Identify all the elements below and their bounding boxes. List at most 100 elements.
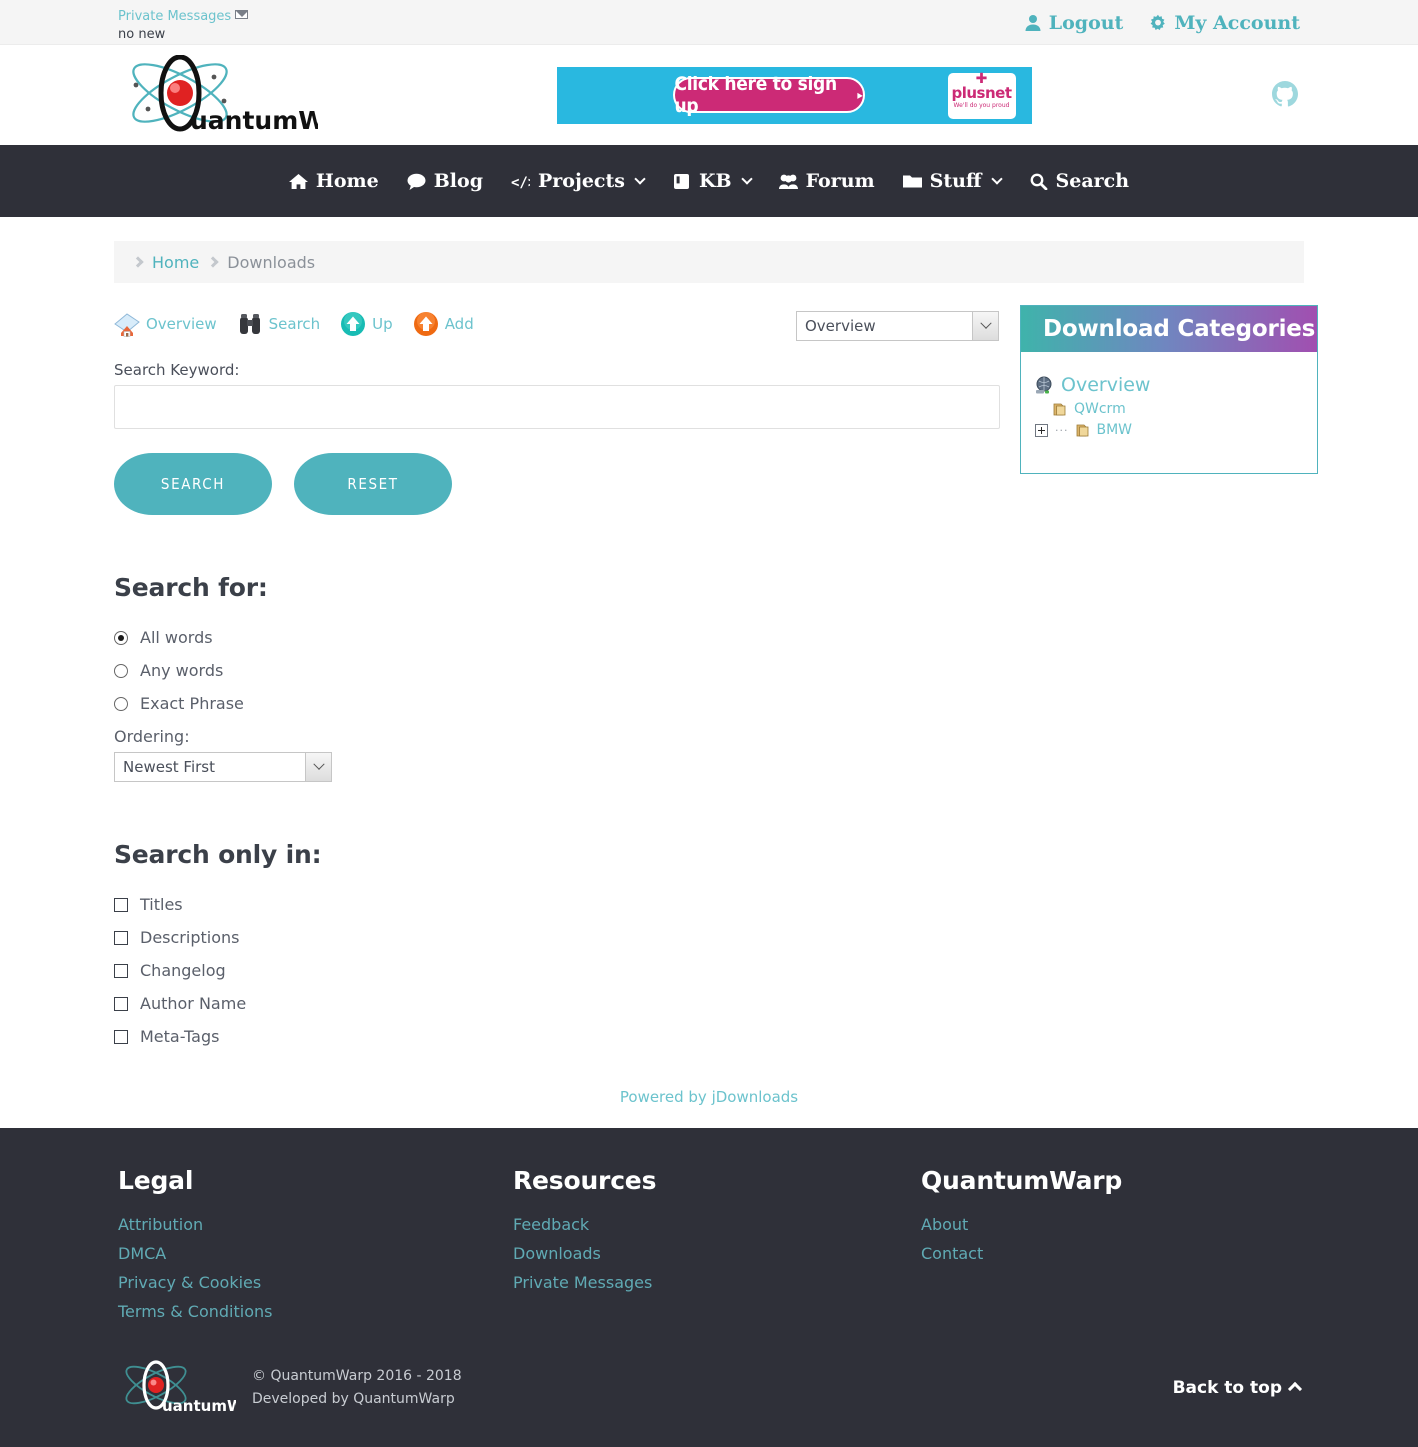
nav-item-forum[interactable]: Forum bbox=[778, 170, 875, 192]
plusnet-ad-banner[interactable]: Click here to sign up ▸ ✚ plusnet We'll d… bbox=[556, 66, 1032, 124]
select-dropdown-button[interactable] bbox=[972, 312, 998, 340]
search-keyword-input[interactable] bbox=[114, 385, 1000, 429]
advertisement-banner-wrap: Click here to sign up ▸ ✚ plusnet We'll d… bbox=[318, 66, 1270, 124]
footer-link-attribution[interactable]: Attribution bbox=[118, 1215, 513, 1234]
breadcrumb-current: Downloads bbox=[227, 252, 316, 272]
private-messages-link[interactable]: Private Messages bbox=[118, 9, 249, 24]
checkbox-icon[interactable] bbox=[114, 996, 128, 1011]
footer-link-private-messages[interactable]: Private Messages bbox=[513, 1273, 921, 1292]
search-keyword-label: Search Keyword: bbox=[114, 361, 240, 379]
toolbar-label: Add bbox=[444, 315, 474, 333]
radio-icon[interactable] bbox=[114, 696, 128, 711]
back-to-top-link[interactable]: Back to top bbox=[1172, 1378, 1303, 1398]
comment-icon bbox=[407, 173, 426, 190]
tree-connector-dots: ··· bbox=[1055, 423, 1069, 437]
checkbox-descriptions[interactable]: Descriptions bbox=[114, 928, 1006, 947]
checkbox-author-name[interactable]: Author Name bbox=[114, 994, 1006, 1013]
code-icon: </> bbox=[511, 173, 536, 191]
users-icon bbox=[778, 173, 798, 190]
tree-link[interactable]: Overview bbox=[1061, 374, 1150, 396]
github-link[interactable] bbox=[1270, 80, 1300, 110]
toolbar-add-button[interactable]: Add bbox=[413, 311, 474, 337]
tree-link[interactable]: BMW bbox=[1097, 422, 1133, 438]
checkbox-icon[interactable] bbox=[114, 930, 128, 945]
tree-item-overview[interactable]: Overview bbox=[1035, 374, 1303, 396]
nav-label: Projects bbox=[538, 170, 625, 192]
expand-plus-icon[interactable] bbox=[1035, 423, 1048, 437]
checkbox-label: Changelog bbox=[140, 961, 226, 980]
my-account-link[interactable]: My Account bbox=[1149, 12, 1300, 34]
search-button[interactable]: SEARCH bbox=[114, 453, 272, 515]
main-column: Overview Search Up Add Overview Search K… bbox=[114, 283, 1006, 1060]
reset-button[interactable]: RESET bbox=[294, 453, 452, 515]
site-logo[interactable]: uantumWarp bbox=[118, 54, 372, 135]
ad-cta-button[interactable]: Click here to sign up ▸ bbox=[672, 73, 865, 117]
footer-link-dmca[interactable]: DMCA bbox=[118, 1244, 513, 1263]
main-navigation: Home Blog </> Projects KB Forum Stuff Se… bbox=[0, 145, 1418, 217]
breadcrumb-home-link[interactable]: Home bbox=[152, 253, 199, 272]
footer-link-about[interactable]: About bbox=[921, 1215, 1300, 1234]
form-buttons: SEARCH RESET bbox=[114, 453, 1006, 515]
toolbar-up-button[interactable]: Up bbox=[340, 311, 393, 337]
nav-item-kb[interactable]: KB bbox=[672, 170, 753, 192]
radio-label: All words bbox=[140, 628, 213, 647]
checkbox-changelog[interactable]: Changelog bbox=[114, 961, 1006, 980]
private-messages-block: Private Messages no new bbox=[118, 6, 249, 44]
ordering-value: Newest First bbox=[123, 758, 215, 776]
toolbar-search-button[interactable]: Search bbox=[237, 311, 320, 337]
svg-text:uantumWarp: uantumWarp bbox=[190, 106, 318, 135]
checkbox-label: Titles bbox=[140, 895, 183, 914]
footer-link-terms-conditions[interactable]: Terms & Conditions bbox=[118, 1302, 513, 1321]
logout-link[interactable]: Logout bbox=[1024, 12, 1123, 34]
chevron-right-icon bbox=[207, 256, 219, 268]
back-to-top-label: Back to top bbox=[1172, 1378, 1282, 1398]
checkbox-meta-tags[interactable]: Meta-Tags bbox=[114, 1027, 1006, 1046]
radio-exact-phrase[interactable]: Exact Phrase bbox=[114, 694, 1006, 713]
nav-item-blog[interactable]: Blog bbox=[407, 170, 483, 192]
category-select[interactable]: Overview bbox=[796, 311, 999, 341]
binoculars-icon bbox=[237, 311, 263, 337]
copyright-text: © QuantumWarp 2016 - 2018 bbox=[252, 1367, 462, 1384]
radio-all-words[interactable]: All words bbox=[114, 628, 1006, 647]
toolbar-overview-button[interactable]: Overview bbox=[114, 311, 217, 337]
checkbox-icon[interactable] bbox=[114, 1029, 128, 1044]
jdownloads-link[interactable]: Powered by jDownloads bbox=[620, 1088, 798, 1106]
ordering-select[interactable]: Newest First bbox=[114, 752, 332, 782]
site-header: uantumWarp Click here to sign up ▸ ✚ plus… bbox=[0, 45, 1418, 145]
select-dropdown-button[interactable] bbox=[305, 753, 331, 781]
content-row: Overview Search Up Add Overview Search K… bbox=[114, 283, 1318, 1060]
radio-icon[interactable] bbox=[114, 663, 128, 678]
private-messages-label: Private Messages bbox=[118, 9, 232, 24]
radio-any-words[interactable]: Any words bbox=[114, 661, 1006, 680]
checkbox-titles[interactable]: Titles bbox=[114, 895, 1006, 914]
up-arrow-orange-icon bbox=[413, 311, 439, 337]
footer-link-contact[interactable]: Contact bbox=[921, 1244, 1300, 1263]
radio-icon[interactable] bbox=[114, 630, 128, 645]
developed-by-text: Developed by QuantumWarp bbox=[252, 1391, 455, 1407]
checkbox-icon[interactable] bbox=[114, 897, 128, 912]
globe-icon bbox=[1035, 376, 1054, 395]
nav-label: Stuff bbox=[929, 170, 982, 192]
plusnet-logo: ✚ plusnet We'll do you proud bbox=[947, 72, 1016, 119]
footer-link-privacy-cookies[interactable]: Privacy & Cookies bbox=[118, 1273, 513, 1292]
footer-link-downloads[interactable]: Downloads bbox=[513, 1244, 921, 1263]
user-icon bbox=[1024, 14, 1042, 32]
footer-link-feedback[interactable]: Feedback bbox=[513, 1215, 921, 1234]
ad-cta-label: Click here to sign up bbox=[674, 72, 838, 117]
book-icon bbox=[672, 173, 691, 190]
chevron-up-icon bbox=[1287, 1381, 1303, 1397]
nav-item-stuff[interactable]: Stuff bbox=[902, 170, 1003, 192]
gear-icon bbox=[1149, 14, 1167, 32]
ordering-label: Ordering: bbox=[114, 727, 190, 746]
tree-item-qwcrm[interactable]: QWcrm bbox=[1035, 401, 1303, 417]
account-links: Logout My Account bbox=[1024, 6, 1300, 34]
footer-logo[interactable]: uantumWarp bbox=[118, 1359, 271, 1417]
checkbox-label: Meta-Tags bbox=[140, 1027, 220, 1046]
powered-by-jdownloads: Powered by jDownloads bbox=[114, 1060, 1304, 1128]
nav-item-search[interactable]: Search bbox=[1029, 170, 1129, 192]
nav-item-projects[interactable]: </> Projects bbox=[511, 170, 646, 192]
tree-link[interactable]: QWcrm bbox=[1074, 401, 1126, 417]
tree-item-bmw[interactable]: ··· BMW bbox=[1035, 422, 1303, 438]
nav-item-home[interactable]: Home bbox=[288, 170, 379, 192]
checkbox-icon[interactable] bbox=[114, 963, 128, 978]
